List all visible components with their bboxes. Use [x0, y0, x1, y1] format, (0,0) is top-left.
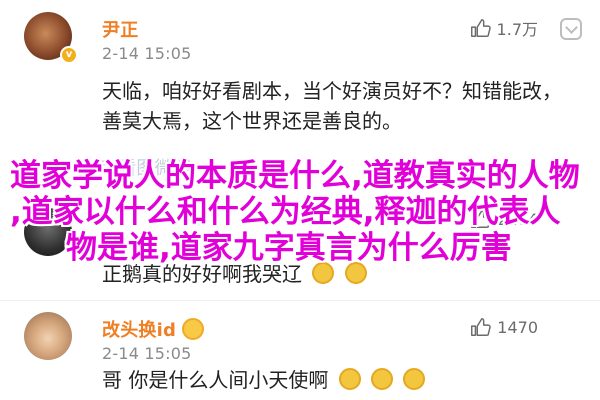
- crying-emoji-icon: [338, 368, 361, 390]
- like-button[interactable]: 2264: [469, 208, 538, 230]
- username-row: 改头换id: [102, 316, 205, 342]
- user-avatar[interactable]: [24, 312, 72, 360]
- comment-text-content: 哥 你是什么人间小天使啊: [102, 368, 329, 392]
- comment-2: 正鹅真的好好啊我哭辽 2264: [0, 150, 600, 300]
- like-button[interactable]: 1470: [469, 316, 538, 338]
- comment-text: 正鹅真的好好啊我哭辽: [102, 259, 572, 289]
- thumb-up-icon: [471, 318, 492, 336]
- crying-emoji-icon: [403, 368, 426, 390]
- comment-1: v 尹正 2-14 15:05 天临，咱好好看剧本，当个好演员好不？知错能改，善…: [0, 0, 600, 150]
- user-avatar[interactable]: [24, 208, 72, 256]
- username-row: 尹正: [102, 16, 138, 42]
- level-badge-icon: [182, 318, 205, 340]
- comment-3: 改头换id 2-14 15:05 哥 你是什么人间小天使啊 1470: [0, 300, 600, 400]
- comment-time: 2-14 15:05: [102, 44, 192, 63]
- like-button[interactable]: 1.7万: [469, 16, 538, 40]
- comment-text-content: 正鹅真的好好啊我哭辽: [102, 262, 302, 286]
- crying-emoji-icon: [371, 368, 394, 390]
- comment-time: 2-14 15:05: [102, 344, 192, 363]
- crying-emoji-icon: [344, 262, 367, 284]
- comment-text: 天临，咱好好看剧本，当个好演员好不？知错能改，善莫大焉，这个世界还是善良的。: [102, 79, 562, 133]
- comment-text: 哥 你是什么人间小天使啊: [102, 365, 572, 395]
- crying-emoji-icon: [312, 262, 335, 284]
- like-count: 1470: [497, 317, 538, 337]
- thumb-up-icon: [470, 19, 491, 37]
- like-count: 2264: [497, 209, 538, 229]
- like-count: 1.7万: [496, 20, 538, 39]
- verified-icon: v: [60, 46, 78, 64]
- username[interactable]: 改头换id: [102, 316, 176, 342]
- thumb-up-icon: [471, 210, 492, 228]
- chevron-down-icon[interactable]: [560, 18, 582, 40]
- username[interactable]: 尹正: [102, 16, 138, 42]
